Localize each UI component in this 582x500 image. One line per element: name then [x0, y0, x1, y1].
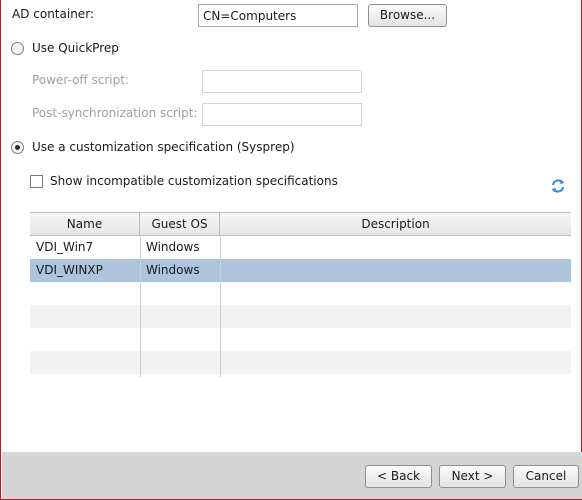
ad-container-label: AD container:	[12, 7, 94, 21]
show-incompatible-checkbox[interactable]	[30, 175, 43, 188]
table-row[interactable]: VDI_Win7 Windows	[30, 236, 571, 259]
power-off-script-field[interactable]	[202, 70, 362, 93]
column-header-guest-os[interactable]: Guest OS	[140, 213, 220, 235]
column-header-description[interactable]: Description	[220, 213, 571, 235]
column-divider	[140, 236, 141, 377]
cell-description	[220, 259, 571, 282]
column-divider	[220, 236, 221, 377]
sysprep-label: Use a customization specification (Syspr…	[32, 140, 295, 154]
cell-name: VDI_WINXP	[36, 263, 103, 277]
cancel-button[interactable]: Cancel	[513, 465, 579, 488]
column-header-name[interactable]: Name	[30, 213, 140, 235]
post-sync-script-label: Post-synchronization script:	[32, 106, 198, 120]
wizard-page: AD container: Browse... Use QuickPrep Po…	[0, 0, 582, 500]
refresh-icon[interactable]	[550, 178, 566, 194]
empty-row	[30, 328, 571, 351]
sysprep-radio[interactable]	[11, 141, 24, 154]
back-button[interactable]: < Back	[365, 465, 432, 488]
ad-container-field[interactable]	[198, 4, 358, 27]
quickprep-radio[interactable]	[11, 42, 24, 55]
browse-button[interactable]: Browse...	[368, 4, 447, 27]
power-off-script-label: Power-off script:	[32, 73, 129, 87]
post-sync-script-field[interactable]	[202, 103, 362, 126]
cell-description	[220, 236, 571, 259]
cell-guest-os: Windows	[146, 263, 200, 277]
next-button[interactable]: Next >	[439, 465, 506, 488]
empty-row	[30, 305, 571, 328]
table-row-selected[interactable]: VDI_WINXP Windows	[30, 259, 571, 282]
empty-row	[30, 351, 571, 374]
cell-name: VDI_Win7	[36, 240, 94, 254]
quickprep-label: Use QuickPrep	[32, 41, 119, 55]
cell-guest-os: Windows	[146, 240, 200, 254]
table-header: Name Guest OS Description	[30, 213, 571, 236]
customization-spec-table: Name Guest OS Description VDI_Win7 Windo…	[30, 212, 571, 377]
wizard-footer: < Back Next > Cancel	[2, 452, 582, 499]
empty-row	[30, 282, 571, 305]
show-incompatible-label: Show incompatible customization specific…	[50, 174, 338, 188]
radio-selected-dot	[15, 145, 20, 150]
